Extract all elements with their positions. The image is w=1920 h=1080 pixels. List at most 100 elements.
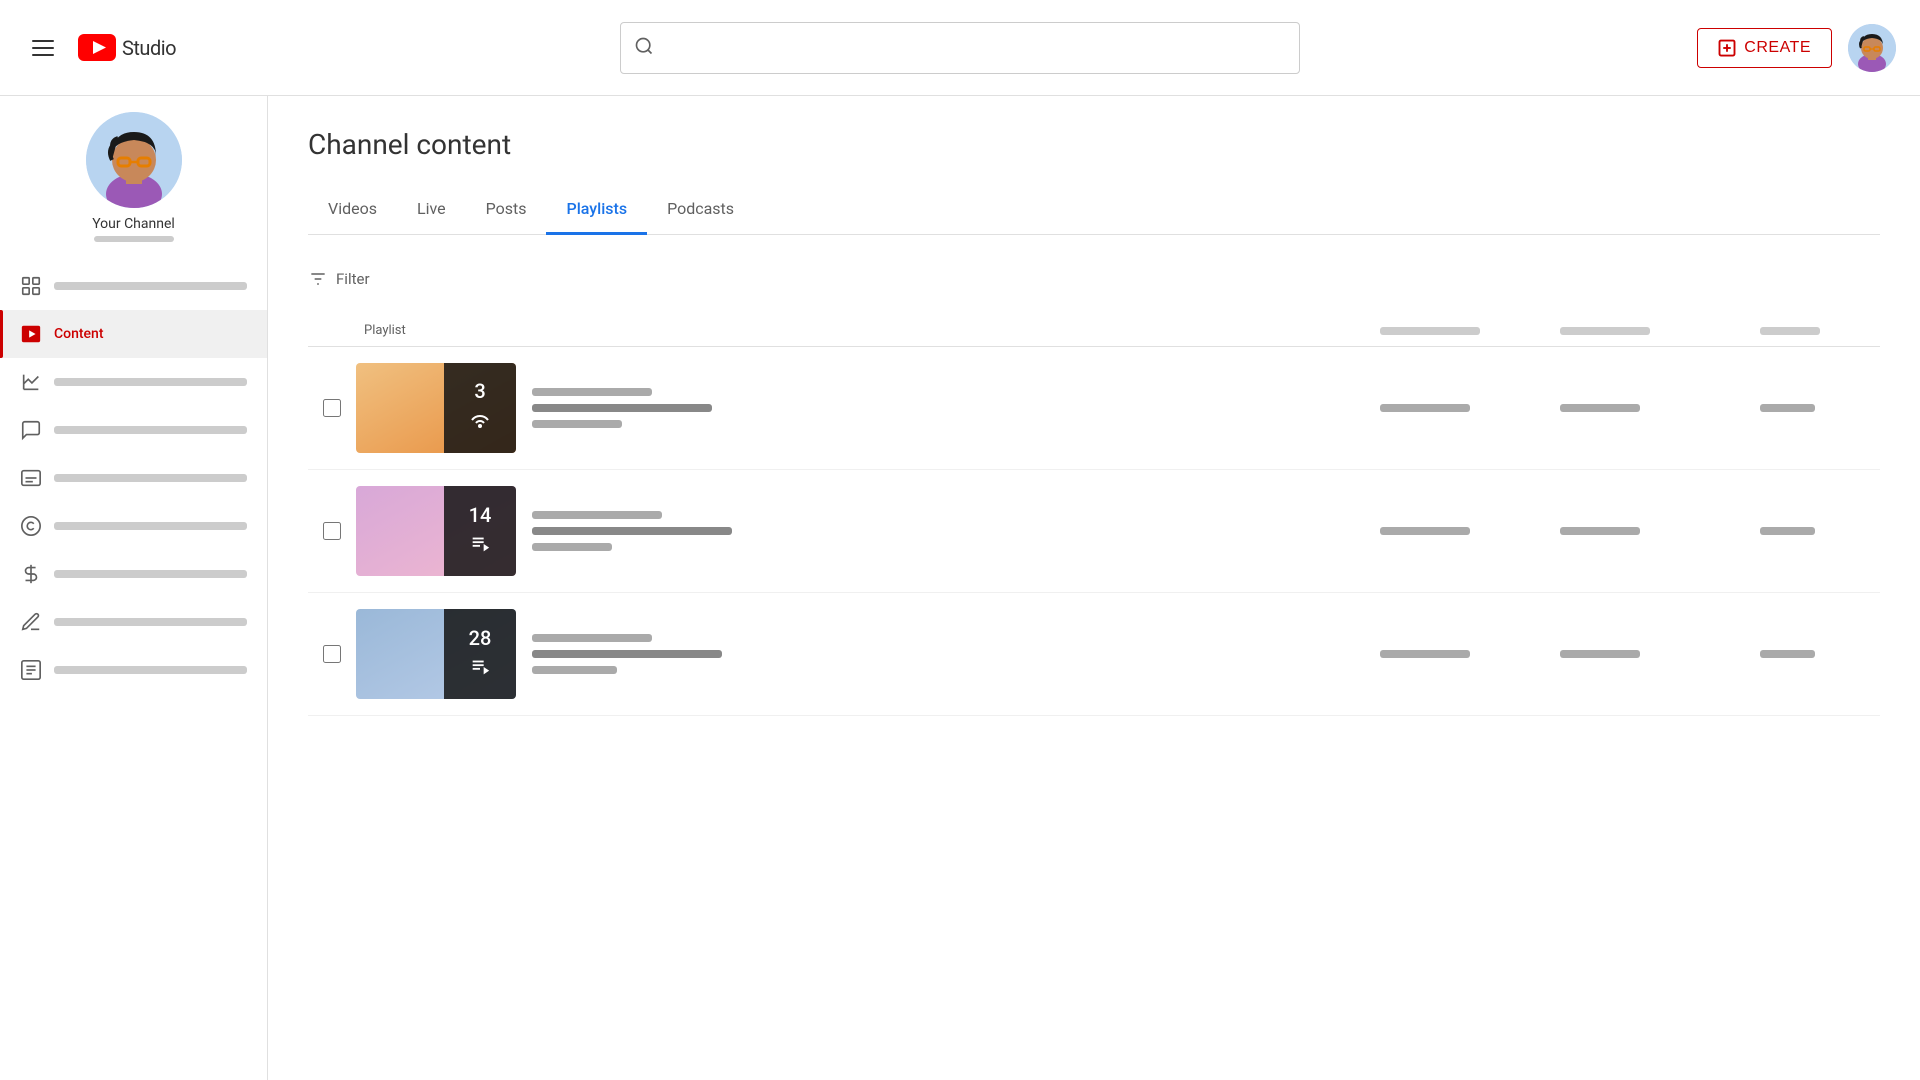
table-header: Playlist — [308, 315, 1880, 347]
playlist-row: 28 — [308, 593, 1880, 716]
row-1-count: 3 — [474, 379, 485, 403]
create-label: CREATE — [1744, 39, 1811, 57]
col-4-header — [1760, 327, 1880, 335]
row-1-overlay: 3 — [444, 363, 516, 453]
tab-posts[interactable]: Posts — [466, 185, 547, 235]
sidebar-item-audiolib[interactable] — [0, 646, 267, 694]
avatar[interactable] — [1848, 24, 1896, 72]
row-2-type-icon — [469, 533, 491, 560]
row-1-check — [308, 399, 356, 417]
sidebar-item-analytics[interactable] — [0, 358, 267, 406]
header-left: Studio — [24, 32, 176, 64]
filter-label[interactable]: Filter — [336, 270, 370, 288]
filter-icon — [308, 269, 328, 289]
copyright-icon — [20, 515, 42, 537]
row-3-text — [532, 634, 722, 674]
sidebar-placeholder-6 — [54, 522, 247, 530]
youtube-icon — [78, 34, 116, 61]
row-3-col3 — [1560, 650, 1760, 658]
dashboard-icon — [20, 275, 42, 297]
row-2-thumbnail[interactable]: 14 — [356, 486, 516, 576]
tab-live[interactable]: Live — [397, 185, 466, 235]
row-3-meta-ph — [532, 666, 617, 674]
avatar-image — [1848, 24, 1896, 72]
col-2-placeholder — [1380, 327, 1480, 335]
sidebar-item-dashboard[interactable] — [0, 262, 267, 310]
sidebar-item-customization[interactable] — [0, 598, 267, 646]
sidebar-item-monetization[interactable] — [0, 550, 267, 598]
row-2-info: 14 — [356, 486, 1380, 576]
row-2-title-ph — [532, 511, 662, 519]
col-playlist-header: Playlist — [356, 323, 1380, 338]
row-1-text — [532, 388, 712, 428]
subtitles-icon — [20, 467, 42, 489]
tab-videos[interactable]: Videos — [308, 185, 397, 235]
sidebar-placeholder-4 — [54, 426, 247, 434]
playlist-row: 14 — [308, 470, 1880, 593]
row-3-thumbnail[interactable]: 28 — [356, 609, 516, 699]
sidebar-placeholder-3 — [54, 378, 247, 386]
row-3-title-ph — [532, 634, 652, 642]
col-3-placeholder — [1560, 327, 1650, 335]
channel-name: Your Channel — [92, 216, 175, 232]
comments-icon — [20, 419, 42, 441]
row-1-col4 — [1760, 404, 1880, 412]
col-2-header — [1380, 327, 1560, 335]
create-plus-icon — [1718, 39, 1736, 57]
row-2-checkbox[interactable] — [323, 522, 341, 540]
audiolib-icon — [20, 659, 42, 681]
row-1-col3-ph — [1560, 404, 1640, 412]
col-3-header — [1560, 327, 1760, 335]
row-1-thumbnail[interactable]: 3 — [356, 363, 516, 453]
filter-bar: Filter — [308, 259, 1880, 299]
main-content: Channel content Videos Live Posts Playli… — [268, 96, 1920, 1080]
row-3-checkbox[interactable] — [323, 645, 341, 663]
row-2-col2 — [1380, 527, 1560, 535]
sidebar-item-subtitles[interactable] — [0, 454, 267, 502]
row-3-check — [308, 645, 356, 663]
row-3-overlay: 28 — [444, 609, 516, 699]
row-1-col3 — [1560, 404, 1760, 412]
header-right: CREATE — [1697, 24, 1896, 72]
channel-avatar[interactable] — [86, 112, 182, 208]
create-button[interactable]: CREATE — [1697, 28, 1832, 68]
row-1-col2 — [1380, 404, 1560, 412]
header: Studio CREATE — [0, 0, 1920, 96]
row-3-info: 28 — [356, 609, 1380, 699]
row-1-title-ph — [532, 388, 652, 396]
sidebar-item-copyright[interactable] — [0, 502, 267, 550]
tab-playlists[interactable]: Playlists — [546, 185, 647, 235]
content-icon — [20, 323, 42, 345]
sidebar-placeholder-8 — [54, 618, 247, 626]
row-2-desc-ph — [532, 527, 732, 535]
playlist-row: 3 — [308, 347, 1880, 470]
hamburger-button[interactable] — [24, 32, 62, 64]
sidebar-placeholder-9 — [54, 666, 247, 674]
row-3-type-icon — [469, 656, 491, 683]
row-3-col4 — [1760, 650, 1880, 658]
row-2-overlay: 14 — [444, 486, 516, 576]
sidebar-placeholder-7 — [54, 570, 247, 578]
row-1-checkbox[interactable] — [323, 399, 341, 417]
row-1-col4-ph — [1760, 404, 1815, 412]
sidebar-item-content[interactable]: Content — [0, 310, 267, 358]
search-input[interactable] — [620, 22, 1300, 74]
row-2-col2-ph — [1380, 527, 1470, 535]
sidebar-nav: Content — [0, 262, 267, 694]
tab-podcasts[interactable]: Podcasts — [647, 185, 754, 235]
page-title: Channel content — [308, 128, 1880, 161]
row-2-text — [532, 511, 732, 551]
row-2-col4 — [1760, 527, 1880, 535]
row-3-col2-ph — [1380, 650, 1470, 658]
search-icon — [634, 36, 654, 60]
row-3-col3-ph — [1560, 650, 1640, 658]
studio-label: Studio — [122, 36, 176, 60]
row-3-desc-ph — [532, 650, 722, 658]
sidebar-item-comments[interactable] — [0, 406, 267, 454]
analytics-icon — [20, 371, 42, 393]
row-1-info: 3 — [356, 363, 1380, 453]
logo-link[interactable]: Studio — [78, 34, 176, 61]
sidebar-placeholder-5 — [54, 474, 247, 482]
sidebar-placeholder-1 — [54, 282, 247, 290]
row-2-meta-ph — [532, 543, 612, 551]
